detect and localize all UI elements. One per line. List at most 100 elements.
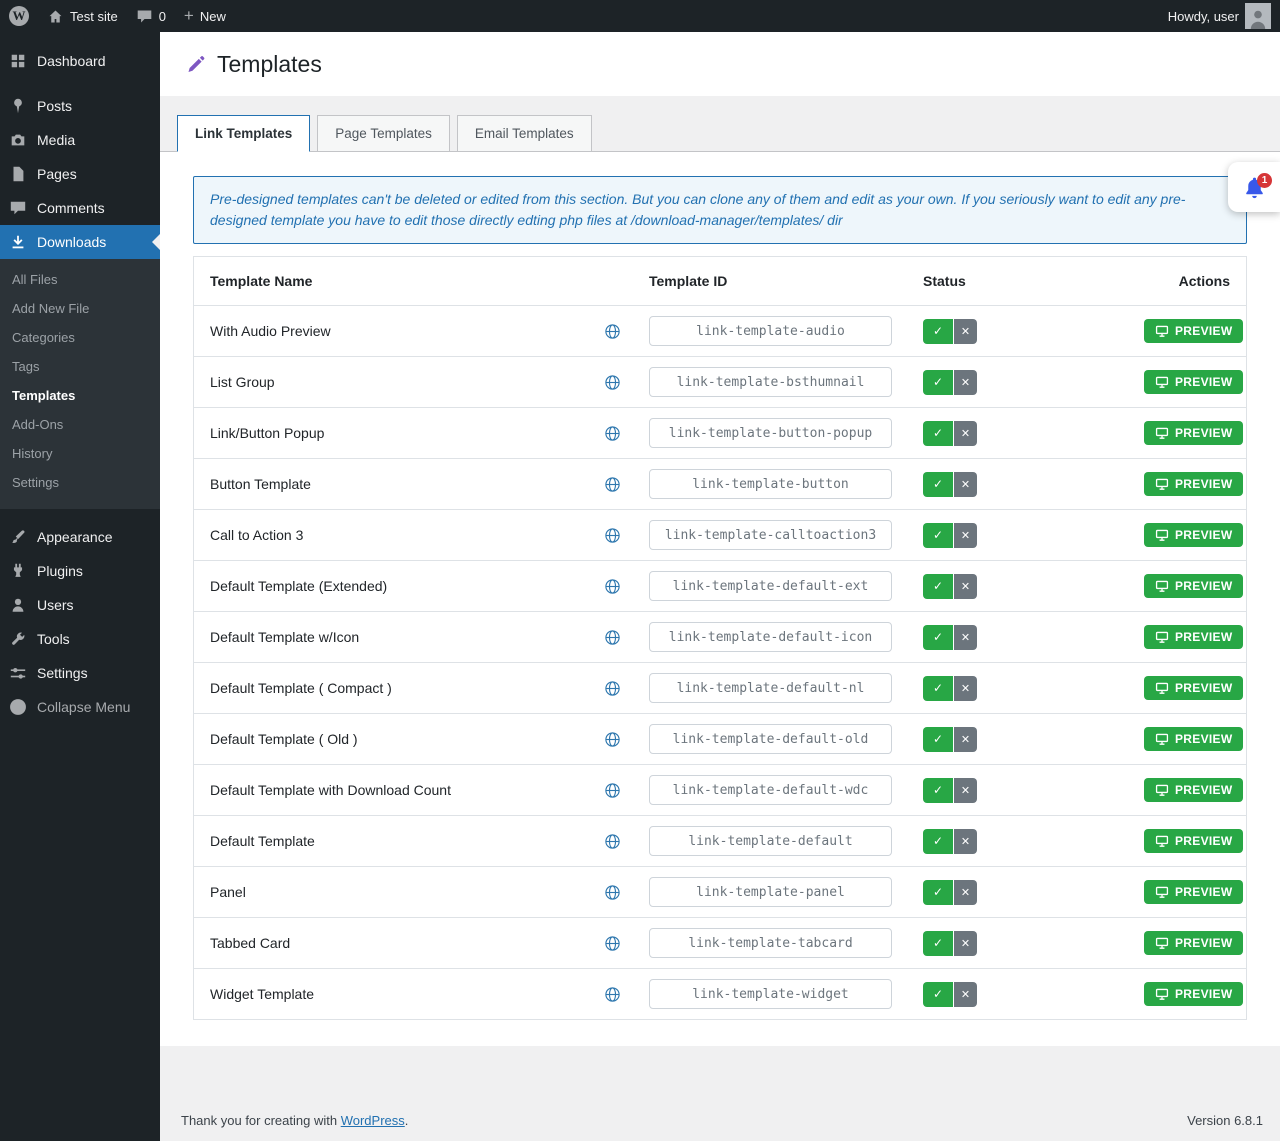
submenu-item-add-ons[interactable]: Add-Ons <box>0 410 160 439</box>
sidebar-item-pages[interactable]: Pages <box>0 157 160 191</box>
globe-icon[interactable] <box>604 833 621 850</box>
preview-button[interactable]: PREVIEW <box>1144 880 1243 904</box>
preview-button[interactable]: PREVIEW <box>1144 472 1243 496</box>
site-name-link[interactable]: Test site <box>38 0 127 32</box>
comments-shortcut[interactable]: 0 <box>127 0 175 32</box>
status-inactive-button[interactable]: ✕ <box>954 727 977 752</box>
status-inactive-button[interactable]: ✕ <box>954 574 977 599</box>
preview-button[interactable]: PREVIEW <box>1144 676 1243 700</box>
template-id-input[interactable] <box>649 877 892 907</box>
status-active-button[interactable]: ✓ <box>923 574 953 599</box>
tab-email-templates[interactable]: Email Templates <box>457 115 592 152</box>
globe-icon[interactable] <box>604 374 621 391</box>
sidebar-item-downloads[interactable]: Downloads <box>0 225 160 259</box>
template-id-input[interactable] <box>649 928 892 958</box>
globe-icon[interactable] <box>604 578 621 595</box>
template-id-input[interactable] <box>649 367 892 397</box>
sidebar-item-settings[interactable]: Settings <box>0 656 160 690</box>
submenu-item-tags[interactable]: Tags <box>0 352 160 381</box>
template-id-input[interactable] <box>649 775 892 805</box>
globe-icon[interactable] <box>604 476 621 493</box>
submenu-item-categories[interactable]: Categories <box>0 323 160 352</box>
wordpress-link[interactable]: WordPress <box>341 1113 405 1128</box>
status-active-button[interactable]: ✓ <box>923 319 953 344</box>
sidebar-item-comments[interactable]: Comments <box>0 191 160 225</box>
submenu-item-settings[interactable]: Settings <box>0 468 160 497</box>
tab-page-templates[interactable]: Page Templates <box>317 115 450 152</box>
globe-icon[interactable] <box>604 935 621 952</box>
status-inactive-button[interactable]: ✕ <box>954 319 977 344</box>
globe-icon[interactable] <box>604 986 621 1003</box>
new-content-menu[interactable]: + New <box>175 0 235 32</box>
status-active-button[interactable]: ✓ <box>923 727 953 752</box>
status-active-button[interactable]: ✓ <box>923 931 953 956</box>
status-inactive-button[interactable]: ✕ <box>954 523 977 548</box>
status-active-button[interactable]: ✓ <box>923 523 953 548</box>
status-inactive-button[interactable]: ✕ <box>954 829 977 854</box>
preview-button[interactable]: PREVIEW <box>1144 574 1243 598</box>
status-active-button[interactable]: ✓ <box>923 370 953 395</box>
sidebar-item-posts[interactable]: Posts <box>0 89 160 123</box>
preview-button[interactable]: PREVIEW <box>1144 370 1243 394</box>
preview-button[interactable]: PREVIEW <box>1144 625 1243 649</box>
preview-button[interactable]: PREVIEW <box>1144 829 1243 853</box>
globe-icon[interactable] <box>604 731 621 748</box>
status-active-button[interactable]: ✓ <box>923 421 953 446</box>
wordpress-logo[interactable]: W <box>0 0 38 32</box>
notification-bell-widget[interactable]: 1 <box>1228 162 1280 212</box>
status-active-button[interactable]: ✓ <box>923 829 953 854</box>
template-id-input[interactable] <box>649 979 892 1009</box>
template-id-input[interactable] <box>649 826 892 856</box>
globe-icon[interactable] <box>604 782 621 799</box>
status-active-button[interactable]: ✓ <box>923 982 953 1007</box>
status-inactive-button[interactable]: ✕ <box>954 778 977 803</box>
preview-button[interactable]: PREVIEW <box>1144 319 1243 343</box>
preview-button[interactable]: PREVIEW <box>1144 421 1243 445</box>
status-inactive-button[interactable]: ✕ <box>954 625 977 650</box>
template-id-input[interactable] <box>649 418 892 448</box>
status-active-button[interactable]: ✓ <box>923 778 953 803</box>
sidebar-item-users[interactable]: Users <box>0 588 160 622</box>
preview-button[interactable]: PREVIEW <box>1144 931 1243 955</box>
template-id-input[interactable] <box>649 622 892 652</box>
tab-link-templates[interactable]: Link Templates <box>177 115 310 152</box>
sidebar-item-appearance[interactable]: Appearance <box>0 520 160 554</box>
preview-button[interactable]: PREVIEW <box>1144 523 1243 547</box>
submenu-item-templates[interactable]: Templates <box>0 381 160 410</box>
status-inactive-button[interactable]: ✕ <box>954 421 977 446</box>
status-inactive-button[interactable]: ✕ <box>954 370 977 395</box>
template-id-input[interactable] <box>649 673 892 703</box>
submenu-item-history[interactable]: History <box>0 439 160 468</box>
status-inactive-button[interactable]: ✕ <box>954 472 977 497</box>
status-inactive-button[interactable]: ✕ <box>954 676 977 701</box>
status-inactive-button[interactable]: ✕ <box>954 931 977 956</box>
collapse-menu-button[interactable]: Collapse Menu <box>0 690 160 724</box>
preview-button[interactable]: PREVIEW <box>1144 727 1243 751</box>
template-id-input[interactable] <box>649 520 892 550</box>
template-id-input[interactable] <box>649 724 892 754</box>
globe-icon[interactable] <box>604 680 621 697</box>
globe-icon[interactable] <box>604 425 621 442</box>
submenu-item-add-new-file[interactable]: Add New File <box>0 294 160 323</box>
sidebar-item-dashboard[interactable]: Dashboard <box>0 44 160 78</box>
status-inactive-button[interactable]: ✕ <box>954 982 977 1007</box>
globe-icon[interactable] <box>604 884 621 901</box>
status-active-button[interactable]: ✓ <box>923 880 953 905</box>
globe-icon[interactable] <box>604 527 621 544</box>
status-inactive-button[interactable]: ✕ <box>954 880 977 905</box>
preview-button[interactable]: PREVIEW <box>1144 778 1243 802</box>
status-active-button[interactable]: ✓ <box>923 472 953 497</box>
submenu-item-all-files[interactable]: All Files <box>0 265 160 294</box>
preview-button[interactable]: PREVIEW <box>1144 982 1243 1006</box>
sidebar-item-media[interactable]: Media <box>0 123 160 157</box>
template-id-input[interactable] <box>649 469 892 499</box>
template-id-input[interactable] <box>649 571 892 601</box>
sidebar-item-plugins[interactable]: Plugins <box>0 554 160 588</box>
template-id-input[interactable] <box>649 316 892 346</box>
status-active-button[interactable]: ✓ <box>923 625 953 650</box>
globe-icon[interactable] <box>604 629 621 646</box>
howdy-account-menu[interactable]: Howdy, user <box>1159 0 1280 32</box>
sidebar-item-tools[interactable]: Tools <box>0 622 160 656</box>
status-active-button[interactable]: ✓ <box>923 676 953 701</box>
globe-icon[interactable] <box>604 323 621 340</box>
